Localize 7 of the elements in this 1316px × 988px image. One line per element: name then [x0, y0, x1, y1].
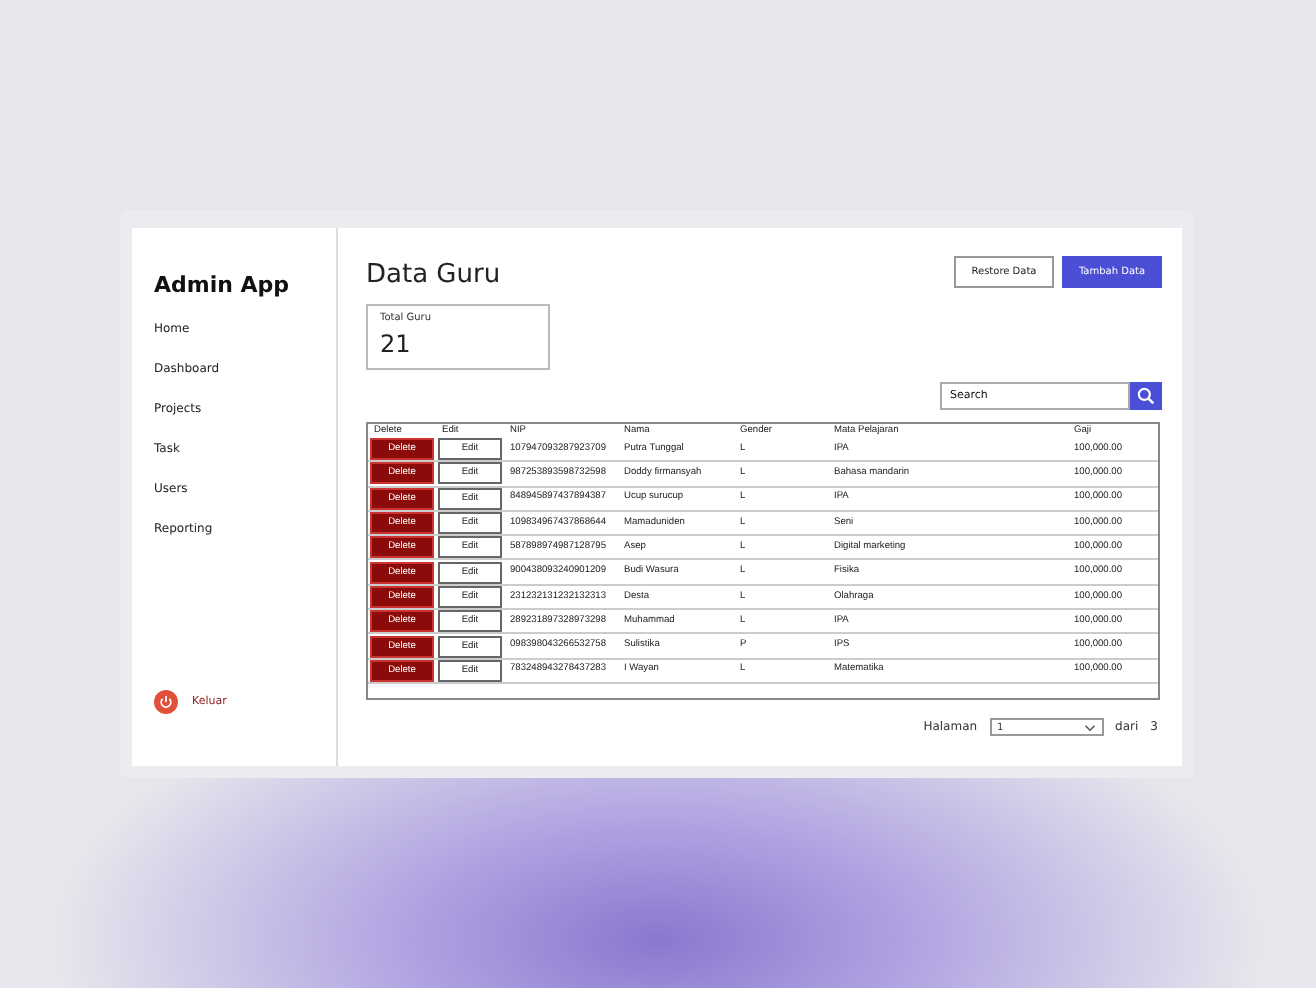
- search-button[interactable]: [1130, 382, 1162, 410]
- search-icon: [1136, 386, 1156, 406]
- stat-value: 21: [380, 330, 413, 358]
- page-title: Data Guru: [366, 260, 501, 290]
- app-title: Admin App: [154, 272, 292, 298]
- chevron-icon: [1083, 723, 1096, 731]
- power-icon[interactable]: [154, 690, 178, 714]
